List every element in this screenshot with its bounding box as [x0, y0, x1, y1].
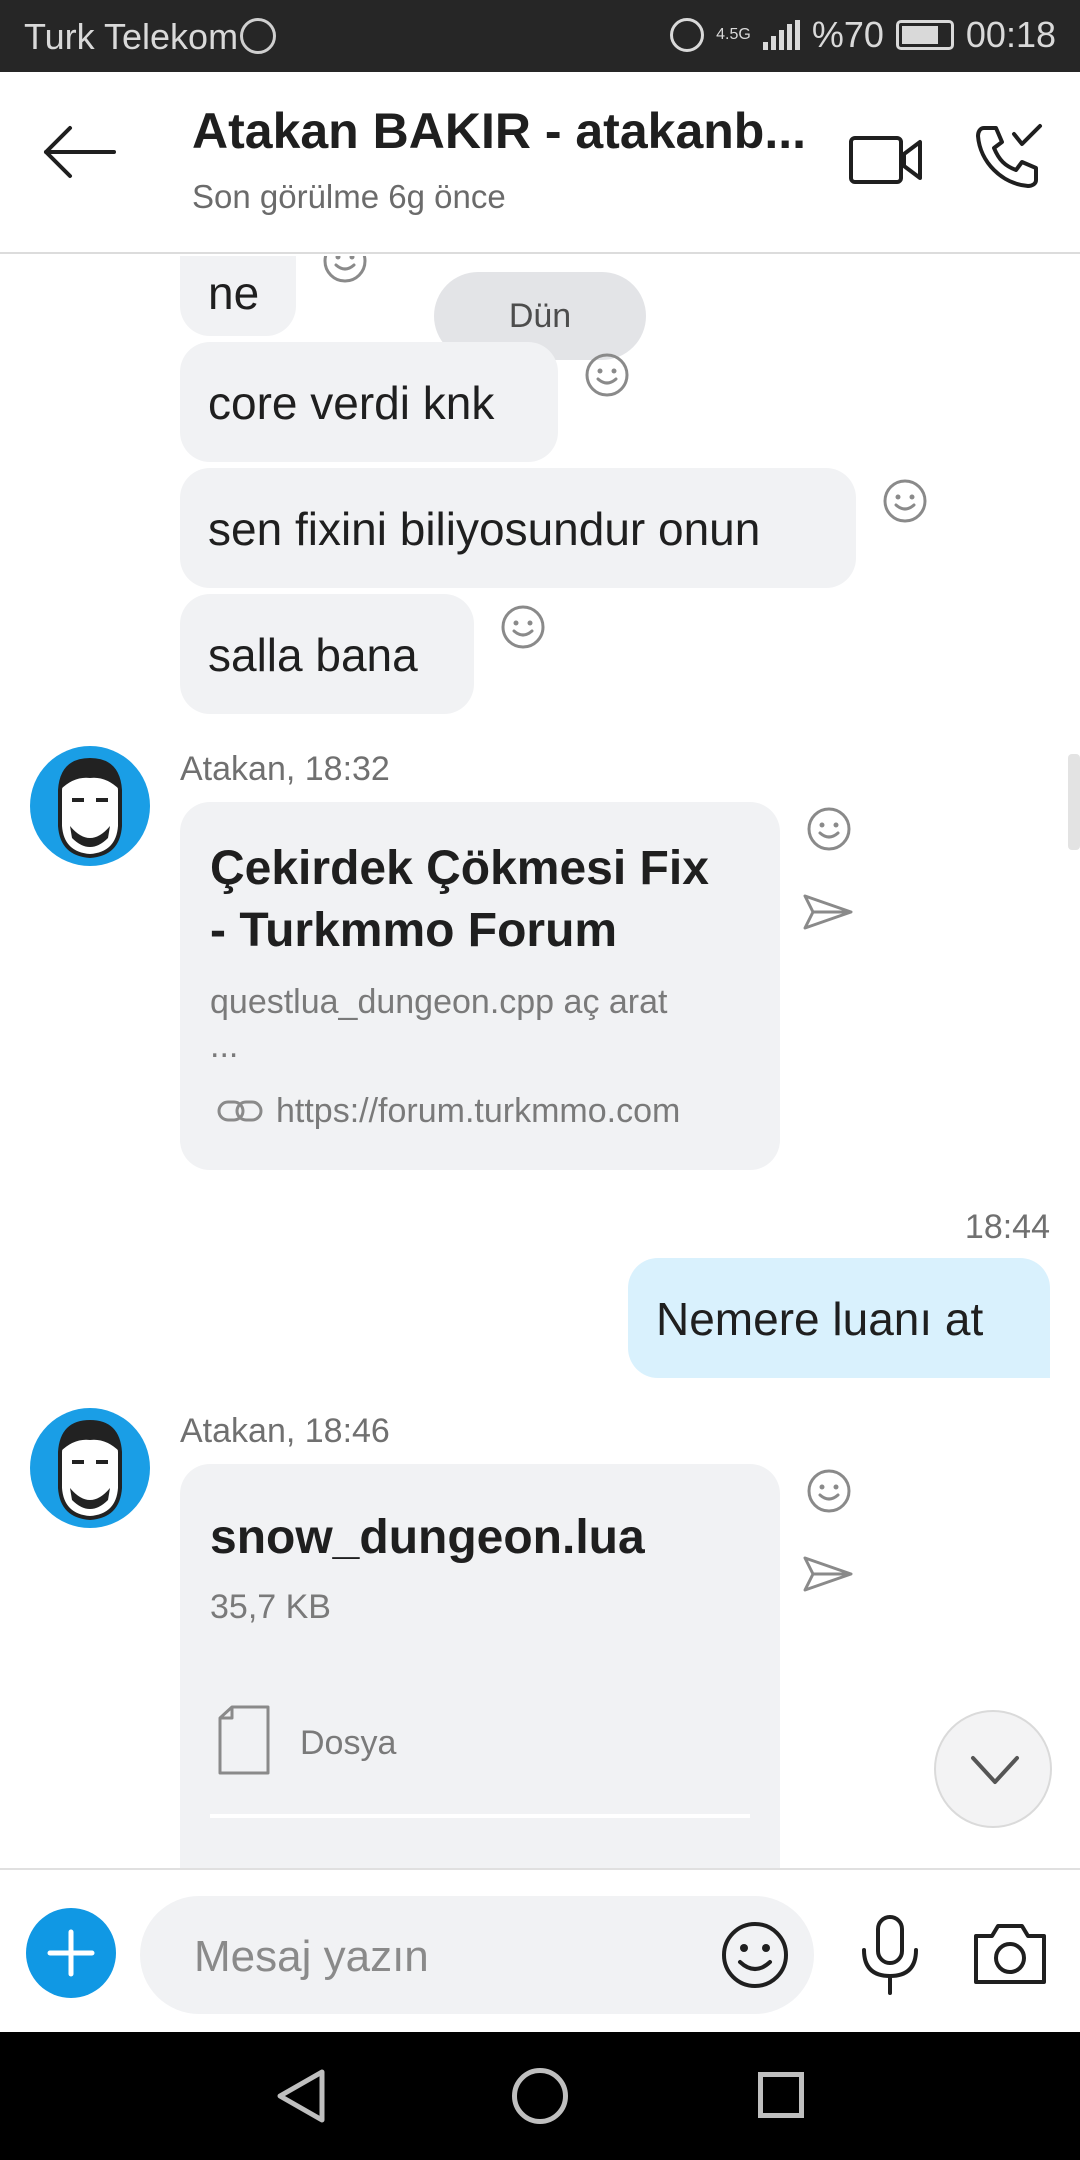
nav-home-icon[interactable]: [512, 2068, 568, 2124]
message-text: core verdi knk: [208, 377, 495, 429]
carrier-name: Turk Telekom: [24, 16, 239, 57]
chat-header: Atakan BAKIR - atakanb... Son görülme 6g…: [0, 72, 1080, 254]
incoming-message[interactable]: sen fixini biliyosundur onun: [180, 468, 856, 588]
camera-button[interactable]: [972, 1920, 1048, 1986]
scrollbar[interactable]: [1068, 754, 1080, 850]
nav-back-icon[interactable]: [272, 2066, 332, 2126]
link-preview-card[interactable]: Çekirdek Çökmesi Fix - Turkmmo Forum que…: [180, 802, 780, 1170]
network-type: 4.5G: [716, 26, 751, 43]
sender-timestamp: Atakan, 18:46: [180, 1412, 390, 1450]
link-url[interactable]: https://forum.turkmmo.com: [276, 1092, 680, 1131]
contact-name[interactable]: Atakan BAKIR - atakanb...: [192, 102, 822, 160]
file-attachment-card[interactable]: snow_dungeon.lua 35,7 KB Dosya: [180, 1464, 780, 1868]
back-button[interactable]: [40, 124, 120, 180]
status-indicators: 4.5G %70 00:18: [670, 14, 1056, 56]
add-attachment-button[interactable]: [26, 1908, 116, 1998]
link-title: Çekirdek Çökmesi Fix - Turkmmo Forum: [210, 842, 709, 957]
battery-percent: %70: [811, 14, 884, 55]
microphone-button[interactable]: [856, 1914, 924, 1996]
message-text: salla bana: [208, 629, 418, 681]
back-arrow-icon: [44, 126, 116, 178]
system-navigation-bar: [0, 2032, 1080, 2160]
forward-icon[interactable]: [802, 1554, 854, 1594]
scroll-to-bottom-button[interactable]: [934, 1710, 1052, 1828]
incoming-message[interactable]: ne: [180, 256, 296, 336]
reaction-icon[interactable]: [882, 478, 928, 524]
status-time: 00:18: [965, 14, 1056, 55]
last-seen-status: Son görülme 6g önce: [192, 178, 506, 215]
video-call-button[interactable]: [848, 132, 924, 188]
chevron-down-icon: [971, 1756, 1019, 1784]
forward-icon[interactable]: [802, 892, 854, 932]
nav-recents-icon[interactable]: [758, 2072, 804, 2118]
reaction-icon[interactable]: [806, 806, 852, 852]
phone-call-icon: [976, 124, 1042, 188]
video-camera-icon: [849, 136, 922, 184]
incoming-message[interactable]: core verdi knk: [180, 342, 558, 462]
message-input[interactable]: Mesaj yazın: [140, 1896, 814, 2014]
message-text: ne: [208, 267, 260, 319]
sender-timestamp: Atakan, 18:32: [180, 750, 390, 788]
incoming-message[interactable]: salla bana: [180, 594, 474, 714]
file-divider: [210, 1814, 750, 1818]
file-document-icon: [218, 1705, 270, 1775]
avatar[interactable]: [30, 746, 150, 866]
link-description: questlua_dungeon.cpp aç arat ...: [210, 983, 668, 1065]
plus-icon: [47, 1929, 95, 1977]
status-bar: Turk Telekom 4.5G %70 00:18: [0, 0, 1080, 72]
reaction-icon[interactable]: [584, 352, 630, 398]
link-icon: [217, 1100, 263, 1122]
camera-icon: [974, 1924, 1046, 1984]
microphone-icon: [862, 1915, 918, 1995]
file-name: snow_dungeon.lua: [210, 1511, 645, 1564]
alarm-icon: [670, 18, 705, 52]
avatar-face-icon: [58, 1419, 122, 1521]
message-timestamp: 18:44: [964, 1208, 1050, 1246]
file-type-label: Dosya: [300, 1724, 397, 1762]
carrier-badge-icon: [240, 18, 276, 54]
message-placeholder: Mesaj yazın: [194, 1932, 429, 1981]
message-list[interactable]: ne Dün core verdi knk sen fixini biliyos…: [0, 256, 1080, 1868]
reaction-icon[interactable]: [322, 256, 368, 284]
avatar-face-icon: [58, 757, 122, 859]
avatar[interactable]: [30, 1408, 150, 1528]
message-text: Nemere luanı at: [656, 1293, 984, 1345]
reaction-icon[interactable]: [500, 604, 546, 650]
battery-icon: [895, 20, 954, 50]
message-text: sen fixini biliyosundur onun: [208, 503, 761, 555]
message-composer: Mesaj yazın: [0, 1868, 1080, 2032]
outgoing-message[interactable]: Nemere luanı at: [628, 1258, 1050, 1378]
audio-call-button[interactable]: [972, 120, 1044, 192]
emoji-icon: [722, 1922, 788, 1988]
emoji-button[interactable]: [720, 1920, 790, 1990]
signal-icon: [762, 20, 800, 50]
reaction-icon[interactable]: [806, 1468, 852, 1514]
file-size: 35,7 KB: [210, 1588, 331, 1626]
